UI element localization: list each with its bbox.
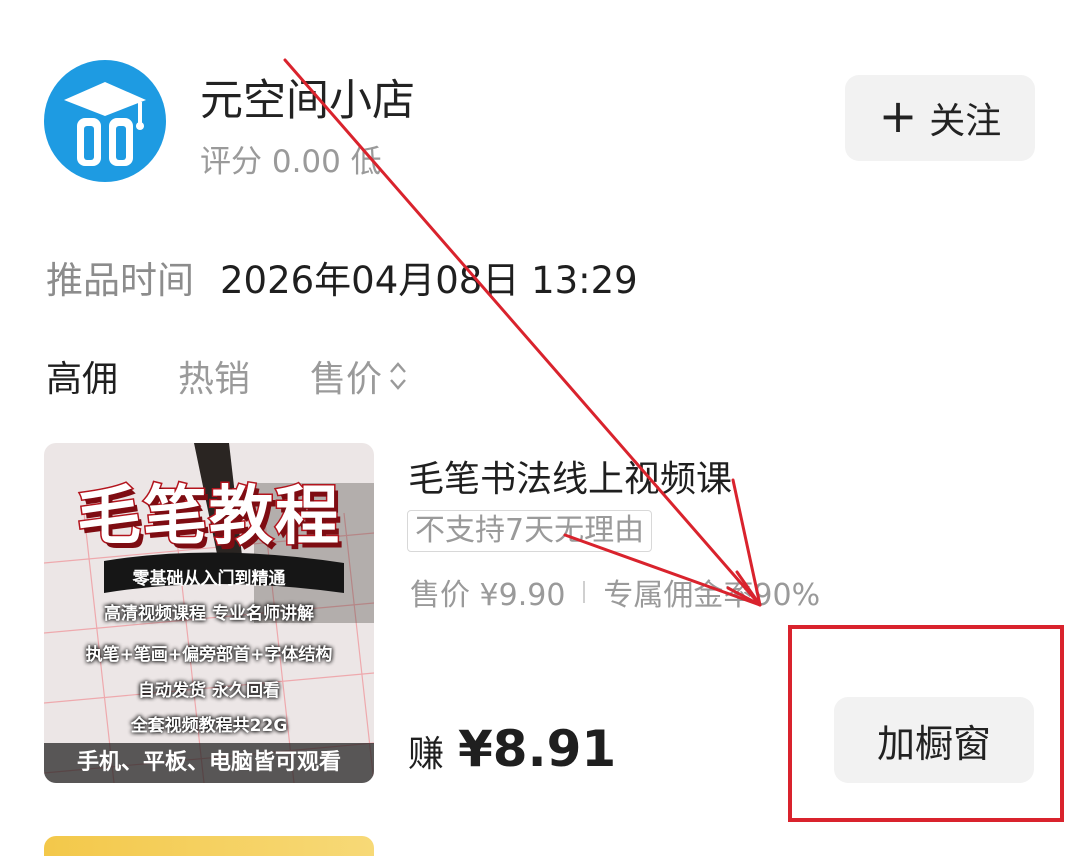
tab-high-commission[interactable]: 高佣: [46, 350, 118, 402]
shop-logo[interactable]: [44, 60, 166, 182]
thumb-line: 自动发货 永久回看: [138, 681, 280, 701]
follow-label: 关注: [929, 101, 1002, 142]
earn-value: ¥8.91: [458, 720, 617, 778]
commission-rate: 专属佣金率90%: [603, 578, 821, 613]
thumb-line: 执笔+笔画+偏旁部首+字体结构: [85, 645, 333, 665]
follow-button[interactable]: + 关注: [845, 75, 1035, 161]
product-thumbnail[interactable]: 毛笔教程 零基础从入门到精通 高清视频课程 专业名师讲解 执笔+笔画+偏旁部首+…: [44, 443, 374, 783]
next-product-thumbnail[interactable]: [44, 836, 374, 856]
push-time-label: 推品时间: [46, 259, 194, 302]
plus-icon: +: [878, 89, 918, 143]
graduation-cap-icon: [64, 82, 146, 166]
thumb-line: 高清视频课程 专业名师讲解: [104, 604, 314, 624]
thumb-line: 全套视频教程共22G: [130, 716, 288, 736]
earnings: 赚 ¥8.91: [408, 720, 616, 778]
thumb-line: 零基础从入门到精通: [132, 569, 286, 589]
meta-divider: [583, 581, 586, 603]
shop-rating: 评分 0.00 低: [200, 144, 382, 180]
product-price: 售价 ¥9.90: [410, 578, 566, 613]
product-title[interactable]: 毛笔书法线上视频课: [408, 450, 732, 502]
tab-price[interactable]: 售价: [310, 350, 408, 402]
thumb-big-title: 毛笔教程: [76, 479, 341, 556]
sort-toggle-icon: [390, 362, 406, 390]
tab-hot-sales[interactable]: 热销: [178, 350, 250, 402]
earn-label: 赚: [408, 734, 445, 775]
return-policy-tag: 不支持7天无理由: [407, 510, 653, 552]
thumb-bottom-banner: 手机、平板、电脑皆可观看: [44, 743, 374, 783]
tab-price-label: 售价: [310, 359, 383, 400]
push-time-value: 2026年04月08日 13:29: [220, 259, 638, 302]
shop-name[interactable]: 元空间小店: [200, 66, 415, 128]
add-to-showcase-button[interactable]: 加橱窗: [834, 697, 1034, 783]
product-meta: 售价 ¥9.90 专属佣金率90%: [410, 570, 820, 614]
